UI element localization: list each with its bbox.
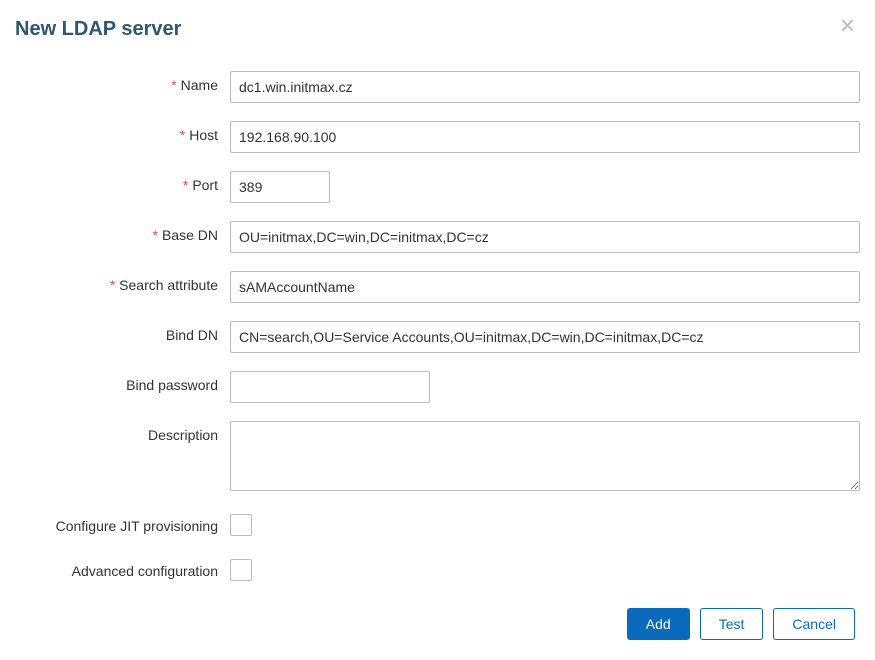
advanced-checkbox[interactable] bbox=[230, 559, 252, 581]
description-input[interactable] bbox=[230, 421, 860, 491]
host-label: *Host bbox=[15, 121, 230, 143]
port-input[interactable] bbox=[230, 171, 330, 203]
close-icon[interactable]: × bbox=[840, 12, 855, 38]
bind-dn-input[interactable] bbox=[230, 321, 860, 353]
name-label: *Name bbox=[15, 71, 230, 93]
host-input[interactable] bbox=[230, 121, 860, 153]
search-attr-input[interactable] bbox=[230, 271, 860, 303]
dialog-buttons: Add Test Cancel bbox=[15, 608, 860, 640]
base-dn-input[interactable] bbox=[230, 221, 860, 253]
port-label: *Port bbox=[15, 171, 230, 193]
bind-dn-label: Bind DN bbox=[15, 321, 230, 343]
description-label: Description bbox=[15, 421, 230, 443]
search-attr-label: *Search attribute bbox=[15, 271, 230, 293]
cancel-button[interactable]: Cancel bbox=[773, 608, 855, 640]
jit-label: Configure JIT provisioning bbox=[15, 512, 230, 534]
add-button[interactable]: Add bbox=[627, 608, 690, 640]
base-dn-label: *Base DN bbox=[15, 221, 230, 243]
bind-password-input[interactable] bbox=[230, 371, 430, 403]
name-input[interactable] bbox=[230, 71, 860, 103]
jit-checkbox[interactable] bbox=[230, 514, 252, 536]
bind-password-label: Bind password bbox=[15, 371, 230, 393]
test-button[interactable]: Test bbox=[700, 608, 764, 640]
dialog-title: New LDAP server bbox=[15, 18, 860, 41]
advanced-label: Advanced configuration bbox=[15, 557, 230, 579]
